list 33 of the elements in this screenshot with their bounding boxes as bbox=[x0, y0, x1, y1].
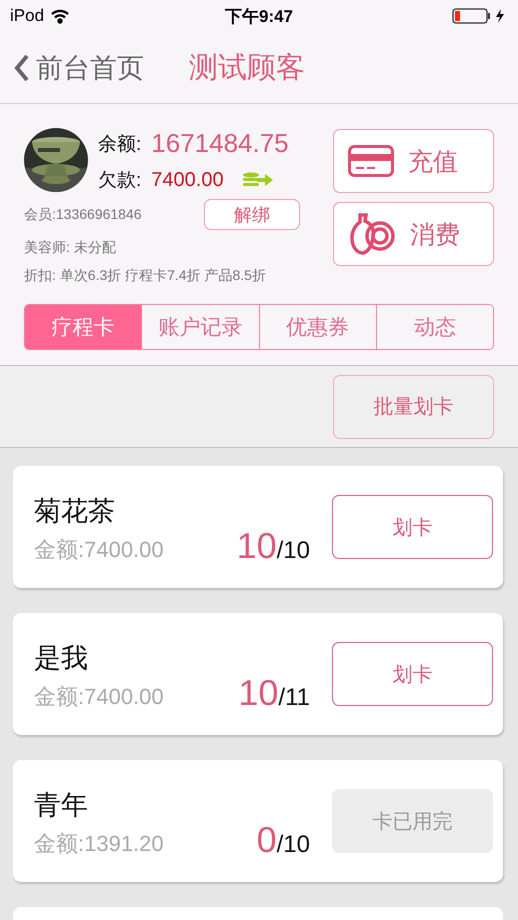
balance-amount: 1671484.75 bbox=[151, 128, 289, 159]
wifi-icon bbox=[50, 8, 70, 24]
unbind-button[interactable]: 解绑 bbox=[204, 199, 300, 230]
back-button[interactable]: 前台首页 bbox=[14, 50, 144, 86]
deduct-button[interactable]: 划卡 bbox=[332, 642, 493, 706]
tab[interactable]: 疗程卡 bbox=[25, 305, 142, 349]
usage-count: 10/11 bbox=[238, 671, 310, 714]
card-amount: 金额:7400.00 bbox=[34, 683, 165, 711]
page-title: 测试顾客 bbox=[189, 50, 305, 86]
card-name: 是我 bbox=[34, 642, 89, 675]
consume-button[interactable]: 消费 bbox=[333, 202, 494, 266]
usage-count: 0/10 bbox=[256, 818, 310, 861]
card-name: 青年 bbox=[34, 789, 89, 822]
clock: 下午9:47 bbox=[224, 6, 294, 28]
card-amount: 金额:7400.00 bbox=[34, 536, 165, 564]
recharge-button[interactable]: 充值 bbox=[333, 129, 494, 193]
card-icon bbox=[348, 145, 394, 177]
coins-arrow-icon[interactable] bbox=[242, 172, 274, 188]
card-amount: 金额:1391.20 bbox=[34, 830, 165, 858]
discount-text: 折扣: 单次6.3折 疗程卡7.4折 产品8.5折 bbox=[24, 267, 267, 285]
member-phone: 会员:13366961846 bbox=[24, 206, 142, 224]
debt-label: 欠款: bbox=[98, 169, 142, 193]
balance-label: 余额: bbox=[98, 132, 142, 156]
beautician-text: 美容师: 未分配 bbox=[24, 239, 117, 257]
bottle-and-plate-icon bbox=[348, 212, 396, 256]
carrier-label: iPod bbox=[10, 6, 44, 26]
usage-count: 10/10 bbox=[236, 524, 310, 567]
batch-deduct-button[interactable]: 批量划卡 bbox=[333, 374, 494, 438]
chevron-left-icon bbox=[14, 52, 30, 82]
debt-amount: 7400.00 bbox=[151, 168, 224, 192]
card-name: 菊花茶 bbox=[34, 495, 116, 528]
tab[interactable]: 动态 bbox=[376, 305, 493, 349]
deduct-button[interactable]: 划卡 bbox=[332, 495, 493, 559]
